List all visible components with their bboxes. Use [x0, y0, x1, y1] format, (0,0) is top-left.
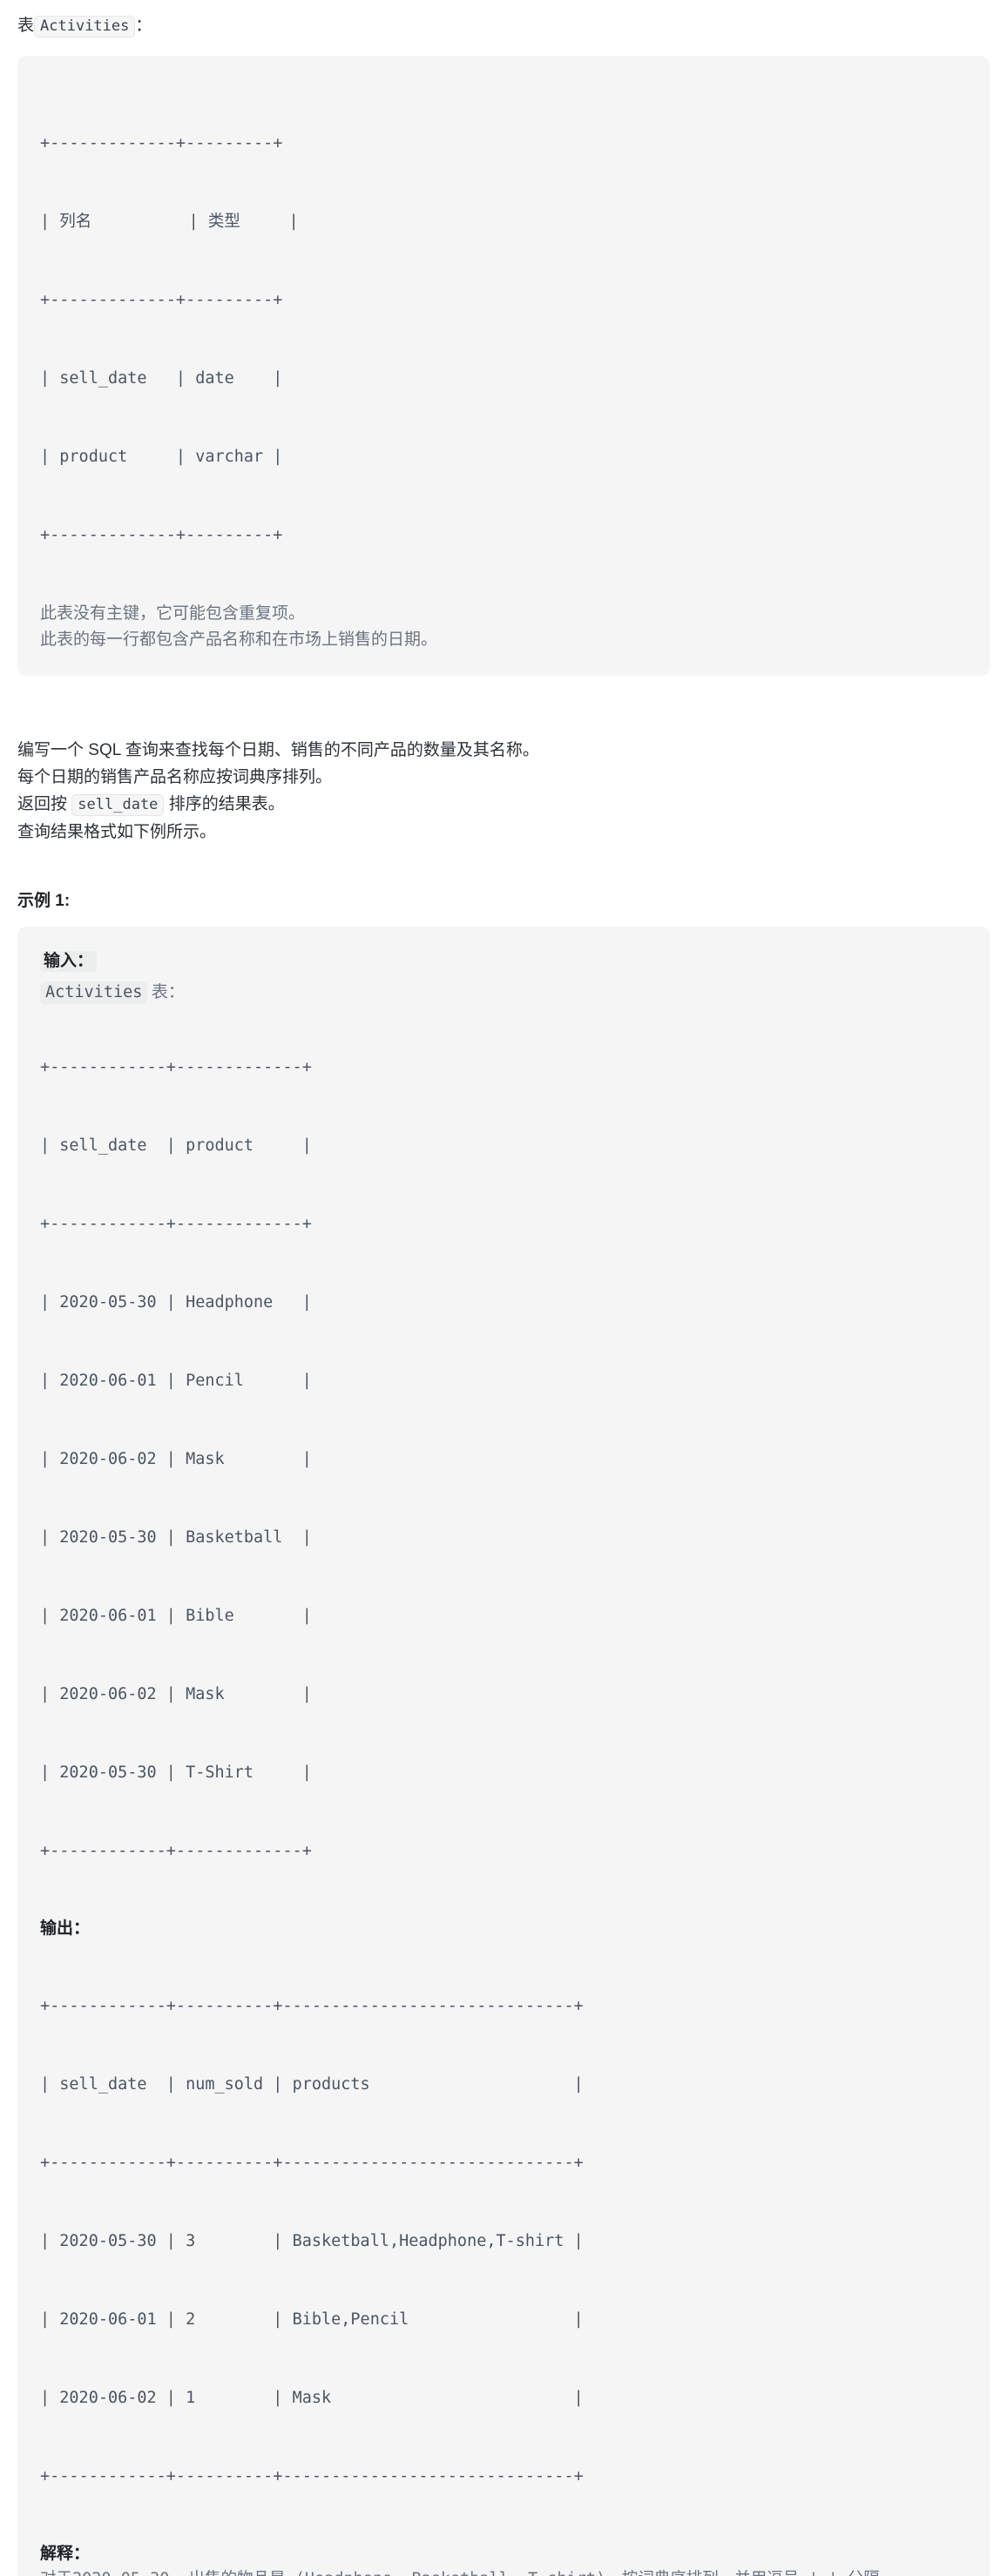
- schema-line-2: +-------------+---------+: [40, 291, 283, 309]
- example-input-section: 输入： Activities 表： +------------+--------…: [40, 949, 965, 1917]
- input-line-4: | 2020-06-01 | Pencil |: [40, 1372, 312, 1390]
- input-line-8: | 2020-06-02 | Mask |: [40, 1685, 312, 1703]
- input-line-0: +------------+-------------+: [40, 1058, 312, 1076]
- problem-statement-page: 表 Activities： +-------------+---------+ |…: [0, 0, 1007, 2576]
- schema-code-block: +-------------+---------+ | 列名 | 类型 | +-…: [17, 56, 990, 676]
- output-label: 输出：: [40, 1919, 91, 1938]
- output-line-0: +------------+----------+---------------…: [40, 1997, 584, 2015]
- schema-line-1: | 列名 | 类型 |: [40, 212, 299, 231]
- schema-line-5: +-------------+---------+: [40, 526, 283, 544]
- explanation-label: 解释：: [40, 2545, 91, 2563]
- output-ascii-table: +------------+----------+---------------…: [40, 1941, 965, 2542]
- output-line-2: +------------+----------+---------------…: [40, 2154, 584, 2172]
- example-title: 示例 1:: [17, 892, 71, 910]
- table-heading-suffix: ：: [135, 17, 152, 35]
- input-table-caption: Activities 表：: [40, 979, 965, 1004]
- schema-note-1: 此表的每一行都包含产品名称和在市场上销售的日期。: [40, 631, 438, 649]
- input-line-10: +------------+-------------+: [40, 1842, 312, 1860]
- input-line-1: | sell_date | product |: [40, 1136, 312, 1155]
- input-table-caption-suffix: 表：: [151, 983, 185, 1001]
- spacer-after-schema: [0, 676, 1007, 737]
- problem-description: 编写一个 SQL 查询来查找每个日期、销售的不同产品的数量及其名称。 每个日期的…: [0, 737, 1007, 846]
- output-line-6: +------------+----------+---------------…: [40, 2467, 584, 2485]
- output-line-3: | 2020-05-30 | 3 | Basketball,Headphone,…: [40, 2232, 584, 2250]
- output-line-1: | sell_date | num_sold | products |: [40, 2075, 584, 2094]
- sell-date-chip: sell_date: [71, 794, 165, 816]
- input-line-9: | 2020-05-30 | T-Shirt |: [40, 1763, 312, 1782]
- output-line-5: | 2020-06-02 | 1 | Mask |: [40, 2389, 584, 2407]
- input-ascii-table: +------------+-------------+ | sell_date…: [40, 1002, 965, 1917]
- example-code-block: 输入： Activities 表： +------------+--------…: [17, 927, 990, 2576]
- table-heading-prefix: 表: [17, 17, 35, 35]
- input-line-7: | 2020-06-01 | Bible |: [40, 1607, 312, 1625]
- schema-line-3: | sell_date | date |: [40, 369, 283, 388]
- explanation-line-0: 对于2020-05-30, 出售的物品是 (Headphone, Basketb…: [40, 2566, 965, 2576]
- output-label-row: 输出：: [40, 1917, 965, 1941]
- example-explanation-section: 解释： 对于2020-05-30, 出售的物品是 (Headphone, Bas…: [40, 2542, 965, 2576]
- explanation-lines: 对于2020-05-30, 出售的物品是 (Headphone, Basketb…: [40, 2566, 965, 2576]
- description-line-0: 编写一个 SQL 查询来查找每个日期、销售的不同产品的数量及其名称。: [17, 741, 539, 759]
- schema-ascii-table: +-------------+---------+ | 列名 | 类型 | +-…: [40, 78, 965, 601]
- input-label: 输入：: [40, 951, 98, 972]
- input-line-3: | 2020-05-30 | Headphone |: [40, 1293, 312, 1312]
- schema-notes: 此表没有主键，它可能包含重复项。 此表的每一行都包含产品名称和在市场上销售的日期…: [40, 601, 965, 653]
- schema-note-0: 此表没有主键，它可能包含重复项。: [40, 604, 306, 623]
- schema-line-0: +-------------+---------+: [40, 134, 283, 152]
- input-label-row: 输入：: [40, 949, 965, 974]
- description-order-line: 返回按 sell_date 排序的结果表。: [17, 791, 990, 819]
- description-format-line: 查询结果格式如下例所示。: [17, 823, 217, 841]
- input-line-2: +------------+-------------+: [40, 1215, 312, 1233]
- example-output-section: 输出： +------------+----------+-----------…: [40, 1917, 965, 2542]
- input-table-name-chip: Activities: [40, 981, 148, 1004]
- table-name-chip: Activities: [34, 16, 136, 37]
- table-heading: 表 Activities：: [0, 12, 1007, 40]
- order-line-suffix: 排序的结果表。: [168, 795, 285, 813]
- order-line-prefix: 返回按: [17, 795, 68, 813]
- output-line-4: | 2020-06-01 | 2 | Bible,Pencil |: [40, 2310, 584, 2329]
- input-line-5: | 2020-06-02 | Mask |: [40, 1450, 312, 1468]
- explanation-label-row: 解释：: [40, 2542, 965, 2566]
- schema-line-4: | product | varchar |: [40, 448, 283, 466]
- spacer-before-example: [0, 846, 1007, 887]
- input-line-6: | 2020-05-30 | Basketball |: [40, 1528, 312, 1547]
- description-line-1: 每个日期的销售产品名称应按词典序排列。: [17, 768, 333, 786]
